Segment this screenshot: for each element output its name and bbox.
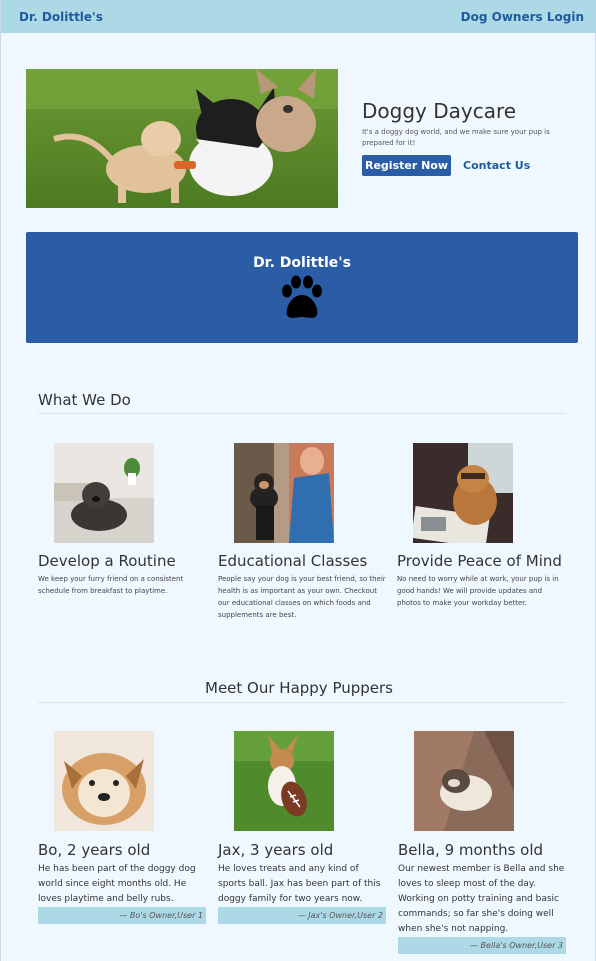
service-card: Educational Classes People say your dog … [218, 443, 388, 621]
service-text: No need to worry while at work, your pup… [397, 575, 559, 607]
brand-link[interactable]: Dr. Dolittle's [19, 10, 103, 24]
service-text: People say your dog is your best friend,… [218, 575, 386, 619]
pupper-card: Jax, 3 years old He loves treats and any… [218, 731, 386, 924]
service-card: Provide Peace of Mind No need to worry w… [397, 443, 567, 609]
banner-title: Dr. Dolittle's [253, 255, 351, 271]
pupper-card: Bella, 9 months old Our newest member is… [398, 731, 566, 954]
service-image [413, 443, 513, 543]
service-text: We keep your furry friend on a consisten… [38, 575, 184, 595]
pupper-title: Bo, 2 years old [38, 841, 151, 859]
divider [38, 413, 566, 414]
pupper-card: Bo, 2 years old He has been part of the … [38, 731, 206, 924]
service-card: Develop a Routine We keep your furry fri… [38, 443, 208, 597]
pupper-text: He has been part of the doggy dog world … [38, 864, 196, 904]
pupper-image [414, 731, 514, 831]
owner-quote: — Jax's Owner,User 2 [218, 907, 386, 924]
owner-quote: — Bella's Owner,User 3 [398, 937, 566, 954]
hero-image [26, 69, 338, 208]
service-title: Develop a Routine [38, 552, 176, 570]
divider [38, 702, 566, 703]
paw-icon [277, 275, 327, 325]
puppers-title: Meet Our Happy Puppers [205, 679, 393, 697]
pupper-title: Bella, 9 months old [398, 841, 544, 859]
dog-owners-login-link[interactable]: Dog Owners Login [461, 10, 584, 24]
owner-quote: — Bo's Owner,User 1 [38, 907, 206, 924]
pupper-text: He loves treats and any kind of sports b… [218, 864, 381, 904]
service-image [234, 443, 334, 543]
service-title: Educational Classes [218, 552, 368, 570]
hero-buttons: Register Now Contact Us [362, 155, 572, 176]
pupper-image [234, 731, 334, 831]
service-image [54, 443, 154, 543]
navbar: Dr. Dolittle's Dog Owners Login [1, 0, 596, 33]
hero-subtitle: It's a doggy dog world, and we make sure… [362, 128, 550, 147]
pupper-text: Our newest member is Bella and she loves… [398, 864, 565, 934]
contact-us-link[interactable]: Contact Us [463, 159, 530, 172]
register-now-button[interactable]: Register Now [362, 155, 452, 176]
brand-banner: Dr. Dolittle's [26, 232, 578, 343]
pupper-image [54, 731, 154, 831]
hero-title: Doggy Daycare [362, 99, 517, 123]
service-title: Provide Peace of Mind [397, 552, 562, 570]
what-we-do-title: What We Do [38, 391, 131, 409]
hero-text: Doggy Daycare It's a doggy dog world, an… [362, 98, 572, 176]
pupper-title: Jax, 3 years old [218, 841, 334, 859]
